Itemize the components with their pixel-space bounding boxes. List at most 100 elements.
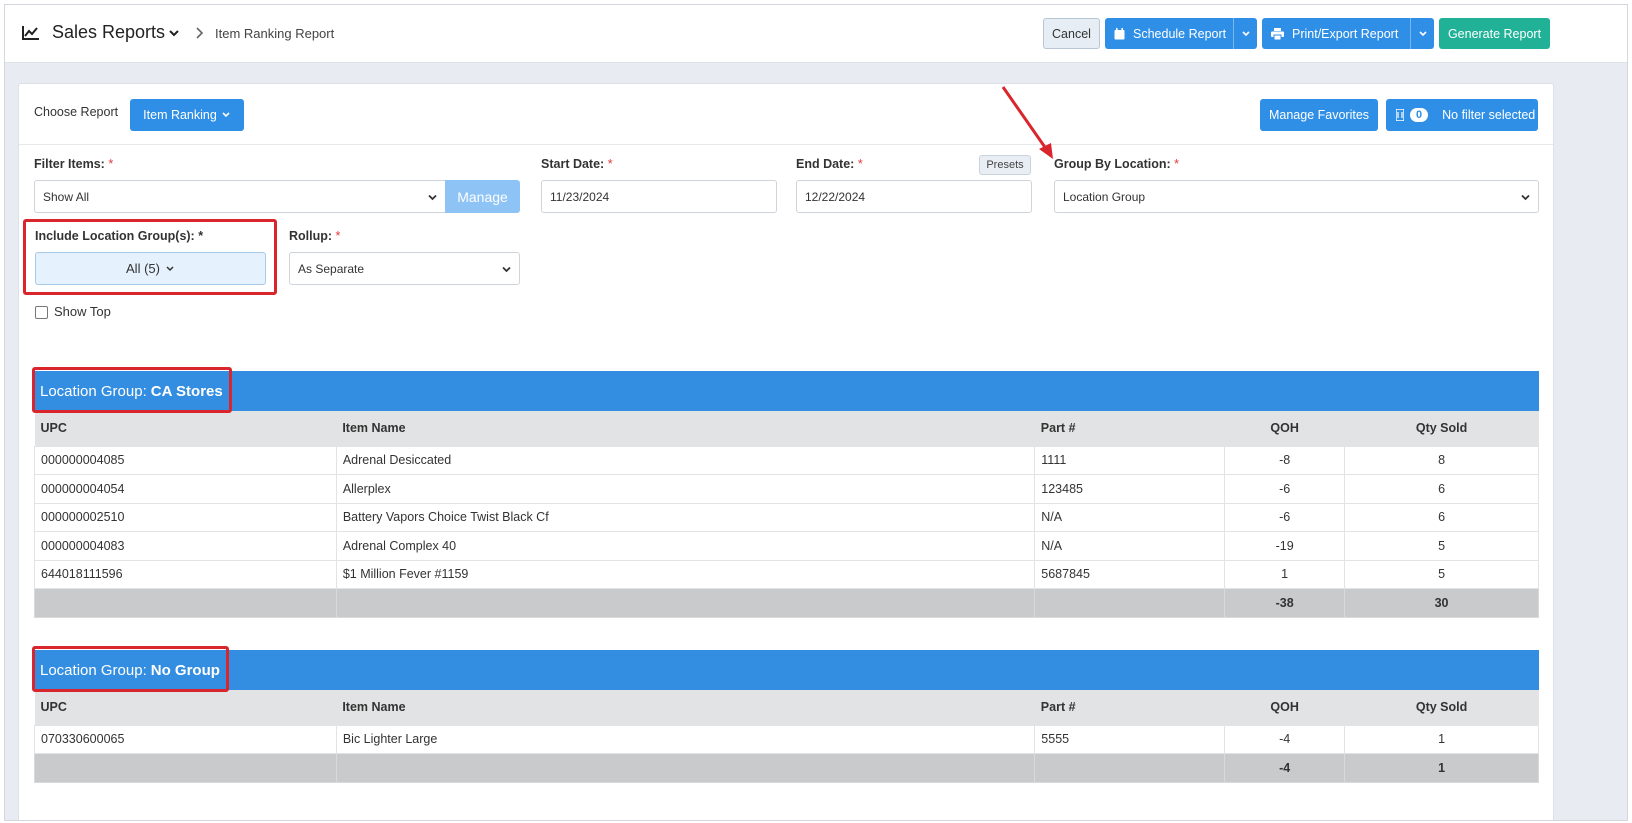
table-cell: 1111	[1034, 445, 1226, 475]
column-header-item-name[interactable]: Item Name	[336, 690, 1035, 725]
totals-row: -4 1	[34, 753, 1539, 783]
table-cell: Allerplex	[335, 474, 1036, 504]
table-cell: Bic Lighter Large	[335, 724, 1036, 754]
schedule-dropdown-toggle[interactable]	[1233, 18, 1257, 49]
filter-items-select[interactable]: Show All	[34, 180, 446, 213]
chevron-down-icon	[1521, 194, 1530, 201]
location-group-header: Location Group: No Group	[34, 650, 1539, 690]
show-top-checkbox[interactable]	[35, 306, 48, 319]
group-by-location-select[interactable]: Location Group	[1054, 180, 1539, 213]
annotation-highlight-box	[23, 219, 277, 295]
annotation-highlight-box	[32, 367, 232, 413]
chevron-down-icon	[428, 194, 437, 201]
column-header-upc[interactable]: UPC	[34, 690, 337, 725]
table-cell: 8	[1344, 445, 1539, 475]
table-row[interactable]: 644018111596 $1 Million Fever #1159 568784…	[34, 559, 1539, 589]
table-cell: 000000004054	[34, 474, 337, 504]
cancel-button[interactable]: Cancel	[1043, 18, 1100, 49]
report-selector-bar: Choose Report Item Ranking Manage Favori…	[19, 84, 1553, 145]
table-cell: 5555	[1034, 724, 1226, 754]
chevron-down-icon	[222, 112, 230, 118]
table-cell: N/A	[1034, 531, 1226, 561]
chevron-down-icon	[1418, 30, 1427, 36]
table-cell: 5	[1344, 559, 1539, 589]
calendar-icon	[1114, 27, 1125, 39]
total-empty-cell	[1034, 753, 1226, 783]
chevron-right-icon	[196, 27, 204, 39]
schedule-report-label: Schedule Report	[1133, 26, 1227, 41]
table-cell: 6	[1344, 502, 1539, 532]
filter-icon	[1396, 109, 1404, 121]
chevron-down-icon	[502, 266, 511, 273]
table-cell: -8	[1224, 445, 1346, 475]
total-qoh: -4	[1224, 753, 1346, 783]
table-row[interactable]: 000000002510 Battery Vapors Choice Twist …	[34, 502, 1539, 532]
column-header-qoh[interactable]: QOH	[1224, 411, 1345, 446]
table-cell: Adrenal Complex 40	[335, 531, 1036, 561]
column-header-part[interactable]: Part #	[1034, 690, 1225, 725]
annotation-highlight-box	[32, 646, 229, 692]
start-date-label: Start Date: *	[541, 157, 613, 171]
column-header-part[interactable]: Part #	[1034, 411, 1225, 446]
filter-count-badge: 0	[1410, 108, 1429, 122]
column-header-qty-sold[interactable]: Qty Sold	[1344, 411, 1539, 446]
annotation-arrow-icon	[1001, 86, 1053, 159]
report-select-button[interactable]: Item Ranking	[130, 99, 244, 131]
page-title[interactable]: Sales Reports	[52, 22, 165, 43]
total-empty-cell	[335, 753, 1036, 783]
table-header-row: UPC Item Name Part # QOH Qty Sold	[34, 411, 1539, 446]
print-export-button[interactable]: Print/Export Report	[1262, 18, 1434, 49]
total-empty-cell	[335, 588, 1036, 618]
total-empty-cell	[34, 588, 337, 618]
table-cell: 000000004083	[34, 531, 337, 561]
table-cell: -6	[1224, 474, 1346, 504]
print-export-label: Print/Export Report	[1292, 26, 1399, 41]
table-cell: -4	[1224, 724, 1346, 754]
table-cell: 1	[1224, 559, 1346, 589]
table-row[interactable]: 070330600065 Bic Lighter Large 5555 -4 1	[34, 724, 1539, 754]
app-frame: Sales Reports Item Ranking Report Cancel…	[4, 4, 1628, 821]
start-date-input[interactable]: 11/23/2024	[541, 180, 777, 213]
rollup-select[interactable]: As Separate	[289, 252, 520, 285]
line-chart-icon	[22, 26, 39, 40]
table-cell: 5687845	[1034, 559, 1226, 589]
manage-button[interactable]: Manage	[445, 180, 520, 213]
chevron-down-icon[interactable]	[168, 27, 180, 39]
table-cell: 123485	[1034, 474, 1226, 504]
report-panel: Choose Report Item Ranking Manage Favori…	[18, 83, 1554, 820]
end-date-label: End Date: *	[796, 157, 863, 171]
filter-summary-label: No filter selected	[1442, 108, 1536, 122]
location-group-header: Location Group: CA Stores	[34, 371, 1539, 411]
table-cell: -19	[1224, 531, 1346, 561]
table-row[interactable]: 000000004083 Adrenal Complex 40 N/A -19 5	[34, 531, 1539, 561]
end-date-input[interactable]: 12/22/2024	[796, 180, 1032, 213]
table-cell: 000000002510	[34, 502, 337, 532]
total-qty-sold: 30	[1344, 588, 1539, 618]
table-cell: 644018111596	[34, 559, 337, 589]
schedule-report-button[interactable]: Schedule Report	[1105, 18, 1257, 49]
report-table: UPC Item Name Part # QOH Qty Sold 070330…	[34, 690, 1539, 783]
top-bar: Sales Reports Item Ranking Report Cancel…	[5, 5, 1627, 63]
report-select-label: Item Ranking	[143, 108, 217, 122]
column-header-qoh[interactable]: QOH	[1224, 690, 1345, 725]
show-top-label[interactable]: Show Top	[54, 304, 111, 319]
total-qoh: -38	[1224, 588, 1346, 618]
total-empty-cell	[1034, 588, 1226, 618]
column-header-item-name[interactable]: Item Name	[336, 411, 1035, 446]
filter-summary-button[interactable]: 0 No filter selected	[1386, 99, 1538, 131]
rollup-label: Rollup: *	[289, 229, 341, 243]
table-header-row: UPC Item Name Part # QOH Qty Sold	[34, 690, 1539, 725]
table-cell: 5	[1344, 531, 1539, 561]
table-row[interactable]: 000000004054 Allerplex 123485 -6 6	[34, 474, 1539, 504]
table-cell: -6	[1224, 502, 1346, 532]
table-cell: Adrenal Desiccated	[335, 445, 1036, 475]
printer-icon	[1271, 27, 1284, 40]
generate-report-button[interactable]: Generate Report	[1439, 18, 1550, 49]
column-header-qty-sold[interactable]: Qty Sold	[1344, 690, 1539, 725]
table-row[interactable]: 000000004085 Adrenal Desiccated 1111 -8 8	[34, 445, 1539, 475]
print-export-dropdown-toggle[interactable]	[1410, 18, 1434, 49]
column-header-upc[interactable]: UPC	[34, 411, 337, 446]
table-cell: 6	[1344, 474, 1539, 504]
table-cell: $1 Million Fever #1159	[335, 559, 1036, 589]
manage-favorites-button[interactable]: Manage Favorites	[1260, 99, 1378, 131]
